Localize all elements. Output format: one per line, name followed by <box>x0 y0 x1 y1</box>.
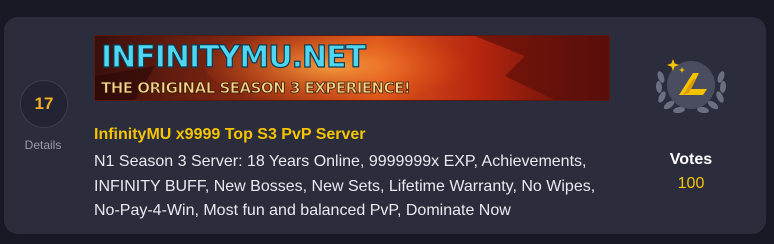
description-line: N1 Season 3 Server: 18 Years Online, 999… <box>94 153 587 170</box>
laurel-badge-icon <box>653 55 729 118</box>
votes-label: Votes <box>669 151 713 168</box>
rank-number: 17 <box>34 94 54 113</box>
server-title-link[interactable]: InfinityMU x9999 Top S3 PvP Server <box>94 126 366 144</box>
banner-logo-text: INFINITYMU.NET <box>101 40 367 75</box>
votes-count: 100 <box>677 175 705 192</box>
server-description: N1 Season 3 Server: 18 Years Online, 999… <box>94 150 654 224</box>
banner-tagline: THE ORIGINAL SEASON 3 EXPERIENCE! <box>101 79 410 97</box>
server-banner[interactable]: INFINITYMU.NET THE ORIGINAL SEASON 3 EXP… <box>94 35 610 101</box>
description-line: INFINITY BUFF, New Bosses, New Sets, Lif… <box>94 177 596 195</box>
details-link[interactable]: Details <box>12 138 74 152</box>
rank-circle: 17 <box>20 80 68 128</box>
description-line: No-Pay-4-Win, Most fun and balanced PvP,… <box>94 202 511 219</box>
